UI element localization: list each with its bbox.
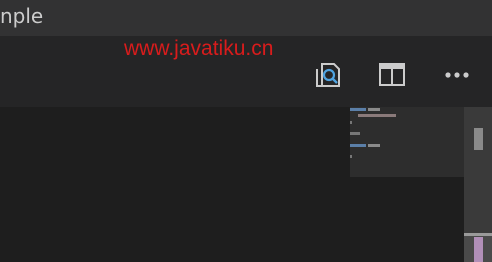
open-preview-icon — [313, 60, 343, 90]
watermark: www.javatiku.cn — [124, 37, 274, 60]
open-preview-button[interactable] — [311, 58, 345, 92]
scrollbar-overview-strip — [464, 233, 492, 236]
minimap[interactable] — [350, 107, 464, 177]
minimap-line — [350, 144, 366, 147]
minimap-line — [350, 155, 352, 158]
split-editor-button[interactable] — [375, 58, 409, 92]
scrollbar-thumb[interactable] — [474, 128, 483, 150]
split-editor-icon — [377, 60, 407, 90]
minimap-line — [368, 144, 380, 147]
more-actions-icon — [442, 60, 472, 90]
vertical-scrollbar[interactable] — [464, 107, 492, 262]
minimap-line — [358, 114, 396, 117]
minimap-line — [350, 121, 352, 124]
minimap-line — [350, 108, 366, 111]
scrollbar-overview-ruler — [464, 233, 492, 262]
window-title: nple — [0, 4, 44, 28]
minimap-line — [368, 108, 380, 111]
title-bar: nple — [0, 0, 492, 36]
minimap-line — [350, 132, 360, 135]
scrollbar-marker — [474, 237, 483, 262]
more-actions-button[interactable] — [440, 58, 474, 92]
